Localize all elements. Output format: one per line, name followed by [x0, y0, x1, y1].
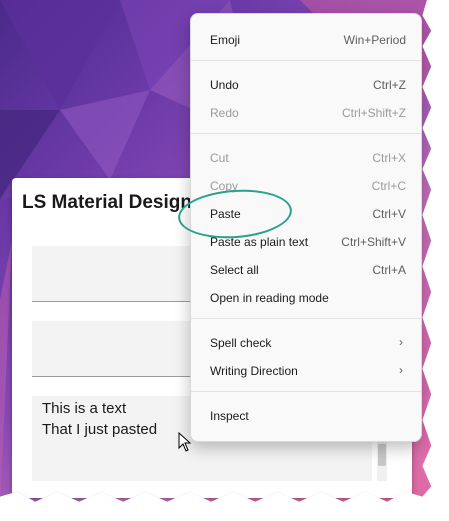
inspect-label: Inspect	[210, 409, 249, 423]
menu-separator	[191, 318, 421, 319]
menu-item-cut[interactable]: Cut Ctrl+X	[191, 145, 421, 171]
chevron-right-icon: ›	[399, 363, 403, 377]
writing-direction-label: Writing Direction	[210, 364, 298, 378]
redo-label: Redo	[210, 106, 239, 120]
scroll-thumb[interactable]	[378, 444, 386, 466]
menu-item-writing-direction[interactable]: Writing Direction ›	[191, 358, 421, 384]
emoji-shortcut: Win+Period	[343, 33, 406, 47]
menu-separator	[191, 60, 421, 61]
menu-separator	[191, 391, 421, 392]
undo-shortcut: Ctrl+Z	[373, 78, 406, 92]
chevron-right-icon: ›	[399, 335, 403, 349]
menu-item-redo[interactable]: Redo Ctrl+Shift+Z	[191, 100, 421, 126]
cut-label: Cut	[210, 151, 229, 165]
menu-item-reading-mode[interactable]: Open in reading mode	[191, 285, 421, 311]
menu-item-select-all[interactable]: Select all Ctrl+A	[191, 257, 421, 283]
textarea-line-1: This is a text	[42, 400, 127, 417]
select-all-label: Select all	[210, 263, 259, 277]
textarea-line-2: That I just pasted	[42, 421, 158, 438]
menu-item-emoji[interactable]: Emoji Win+Period	[191, 27, 421, 53]
screenshot-frame: LS Material Design US PA This is a text …	[0, 0, 432, 502]
mouse-pointer-icon	[178, 431, 192, 457]
copy-shortcut: Ctrl+C	[371, 179, 406, 193]
menu-item-spell-check[interactable]: Spell check ›	[191, 330, 421, 356]
emoji-label: Emoji	[210, 33, 241, 47]
select-all-shortcut: Ctrl+A	[372, 263, 406, 277]
cut-shortcut: Ctrl+X	[372, 151, 406, 165]
menu-item-inspect[interactable]: Inspect	[191, 403, 421, 429]
undo-label: Undo	[210, 78, 239, 92]
reading-mode-label: Open in reading mode	[210, 291, 329, 305]
paste-shortcut: Ctrl+V	[372, 207, 406, 221]
spell-check-label: Spell check	[210, 336, 272, 350]
menu-item-undo[interactable]: Undo Ctrl+Z	[191, 72, 421, 98]
paste-plain-shortcut: Ctrl+Shift+V	[341, 235, 406, 249]
menu-separator	[191, 133, 421, 134]
redo-shortcut: Ctrl+Shift+Z	[341, 106, 406, 120]
card-title: LS Material Design	[22, 192, 192, 213]
